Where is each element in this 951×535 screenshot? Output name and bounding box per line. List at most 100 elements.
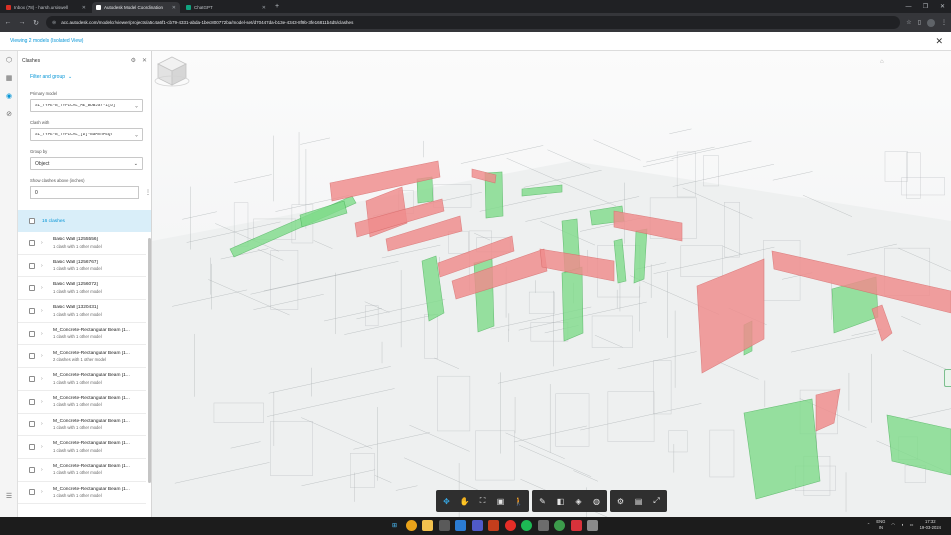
site-info-icon[interactable]: ⊜: [52, 20, 56, 26]
list-item[interactable]: › Basic Wall [1256072] 1 clash with 1 othe…: [18, 277, 146, 301]
section-icon[interactable]: ◧: [553, 493, 568, 509]
profile-avatar[interactable]: [927, 18, 935, 27]
list-item[interactable]: › Basic Wall [1256767] 1 clash with 1 othe…: [18, 255, 146, 278]
browser-tab-autodesk[interactable]: Autodesk Model Coordination ✕: [92, 2, 180, 13]
filter-and-group-toggle[interactable]: Filter and group ⌄: [18, 70, 151, 82]
browser-tab-chatgpt[interactable]: ChatGPT ✕: [182, 2, 270, 13]
clock[interactable]: 17:32 19-03-2024: [920, 519, 941, 530]
fullscreen-icon[interactable]: ⤢: [649, 493, 664, 509]
clash-with-select[interactable]: SL_TYPE-B_TYPICAL_[D]-BaMnhPEQT ⌄: [30, 128, 143, 141]
first-person-icon[interactable]: 🚶: [511, 493, 526, 509]
views-icon[interactable]: ▦: [0, 69, 18, 87]
model-viewer-canvas[interactable]: ⌂ ✥ ✋ ⛶ ▣ 🚶 ✎ ◧ ◈ ◍ ⚙ ▤ ⤢: [152, 51, 951, 517]
chevron-right-icon[interactable]: ›: [41, 467, 44, 473]
list-item[interactable]: › M_Concrete-Rectangular Beam [1... 2 clas…: [18, 345, 146, 369]
word-icon[interactable]: [455, 520, 466, 531]
chevron-right-icon[interactable]: ›: [41, 376, 44, 382]
windows-start-icon[interactable]: ⊞: [389, 520, 400, 531]
chevron-right-icon[interactable]: ›: [41, 308, 44, 314]
chevron-right-icon[interactable]: ›: [41, 285, 44, 291]
clash-threshold-input[interactable]: 0: [30, 186, 139, 199]
chrome-icon[interactable]: [405, 520, 417, 531]
battery-icon[interactable]: ▭: [910, 522, 914, 527]
list-item[interactable]: › M_Concrete-Rectangular Beam [1... 1 clas…: [18, 368, 146, 391]
row-checkbox[interactable]: [29, 262, 35, 269]
save-view-icon[interactable]: ▤: [631, 493, 646, 509]
new-tab-button[interactable]: +: [275, 2, 279, 13]
chevron-right-icon[interactable]: ›: [41, 399, 44, 405]
row-checkbox[interactable]: [29, 285, 35, 292]
wifi-icon[interactable]: ◠: [891, 522, 895, 527]
chevron-right-icon[interactable]: ›: [41, 353, 44, 359]
chrome-alt-icon[interactable]: [554, 520, 565, 531]
list-item[interactable]: › M_Concrete-Rectangular Beam [1... 1 clas…: [18, 323, 146, 346]
close-tab-icon[interactable]: ✕: [172, 5, 176, 11]
side-panel-tab[interactable]: [944, 369, 951, 387]
group-by-select[interactable]: Object ⌄: [30, 157, 143, 170]
primary-model-select[interactable]: SL_TYPE-B_TYPICAL_ME_BDwJar-1[D] ⌄: [30, 99, 143, 112]
clashes-icon[interactable]: ◉: [0, 87, 18, 105]
row-checkbox[interactable]: [29, 398, 35, 405]
close-tab-icon[interactable]: ✕: [82, 5, 86, 11]
youtube-icon[interactable]: [504, 520, 516, 531]
taskview-icon[interactable]: [438, 520, 450, 531]
acrobat-icon[interactable]: [570, 520, 582, 531]
chevron-right-icon[interactable]: ›: [41, 263, 44, 269]
row-checkbox[interactable]: [29, 489, 35, 496]
panel-toggle-icon[interactable]: ☰: [0, 487, 18, 505]
settings-app-icon[interactable]: [537, 520, 549, 531]
browser-tab-gmail[interactable]: Inbox (78) - harsh.ursiswell ✕: [2, 2, 90, 13]
forward-icon[interactable]: →: [18, 19, 26, 26]
fit-to-view-icon[interactable]: ⛶: [475, 493, 490, 509]
close-viewer-icon[interactable]: ✕: [935, 36, 943, 47]
list-item[interactable]: › M_Concrete-Rectangular Beam [1... 1 clas…: [18, 414, 146, 437]
back-icon[interactable]: ←: [4, 19, 12, 26]
settings-gear-icon[interactable]: ⚙: [613, 493, 628, 509]
issues-icon[interactable]: ⊘: [0, 105, 18, 123]
list-item[interactable]: › M_Concrete-Rectangular Beam [1... 1 clas…: [18, 391, 146, 414]
row-checkbox[interactable]: [29, 353, 35, 360]
explode-icon[interactable]: ◈: [571, 493, 586, 509]
chevron-right-icon[interactable]: ›: [41, 331, 44, 337]
select-all-clashes-row[interactable]: 16 clashes: [18, 210, 151, 232]
select-all-checkbox[interactable]: [29, 218, 35, 224]
viewing-models-link[interactable]: Viewing 2 models (Isolated View): [10, 38, 83, 44]
chevron-right-icon[interactable]: ›: [41, 240, 44, 246]
spotify-icon[interactable]: [521, 520, 532, 531]
teams-icon[interactable]: [471, 520, 483, 531]
row-checkbox[interactable]: [29, 330, 35, 337]
file-explorer-icon[interactable]: [422, 520, 433, 531]
viewcube[interactable]: [152, 51, 192, 91]
chevron-right-icon[interactable]: ›: [41, 489, 44, 495]
model-browser-icon[interactable]: ◍: [589, 493, 604, 509]
row-checkbox[interactable]: [29, 466, 35, 473]
scrollbar-thumb[interactable]: [148, 238, 151, 483]
gear-app-icon[interactable]: [587, 520, 598, 531]
close-tab-icon[interactable]: ✕: [262, 5, 266, 11]
list-item[interactable]: › Basic Wall [1320431] 1 clash with 1 othe…: [18, 300, 146, 323]
camera-icon[interactable]: ▣: [493, 493, 508, 509]
reload-icon[interactable]: ↻: [32, 19, 40, 27]
list-item[interactable]: › Basic Wall [1255556] 1 clash with 1 othe…: [18, 232, 146, 255]
chevron-right-icon[interactable]: ›: [41, 444, 44, 450]
chevron-right-icon[interactable]: ›: [41, 421, 44, 427]
row-checkbox[interactable]: [29, 421, 35, 428]
orbit-icon[interactable]: ✥: [439, 493, 454, 509]
row-checkbox[interactable]: [29, 444, 35, 451]
sidepanel-icon[interactable]: ▯: [918, 19, 921, 27]
pan-icon[interactable]: ✋: [457, 493, 472, 509]
settings-gear-icon[interactable]: ⚙: [131, 57, 136, 64]
powerpoint-icon[interactable]: [488, 520, 499, 531]
measure-icon[interactable]: ✎: [535, 493, 550, 509]
close-panel-icon[interactable]: ✕: [142, 57, 147, 64]
list-item[interactable]: › M_Concrete-Rectangular Beam [1... 1 clas…: [18, 482, 146, 505]
minimize-icon[interactable]: —: [900, 0, 917, 13]
home-view-icon[interactable]: ⌂: [880, 59, 884, 65]
address-bar[interactable]: ⊜ acc.autodesk.com/modelcr/viewer/projec…: [46, 16, 901, 29]
row-checkbox[interactable]: [29, 239, 35, 246]
volume-icon[interactable]: ◖: [901, 522, 904, 527]
row-checkbox[interactable]: [29, 307, 35, 314]
models-icon[interactable]: ⬡: [0, 51, 18, 69]
maximize-icon[interactable]: ❐: [917, 0, 934, 13]
tray-expand-icon[interactable]: ⌃: [867, 522, 871, 527]
